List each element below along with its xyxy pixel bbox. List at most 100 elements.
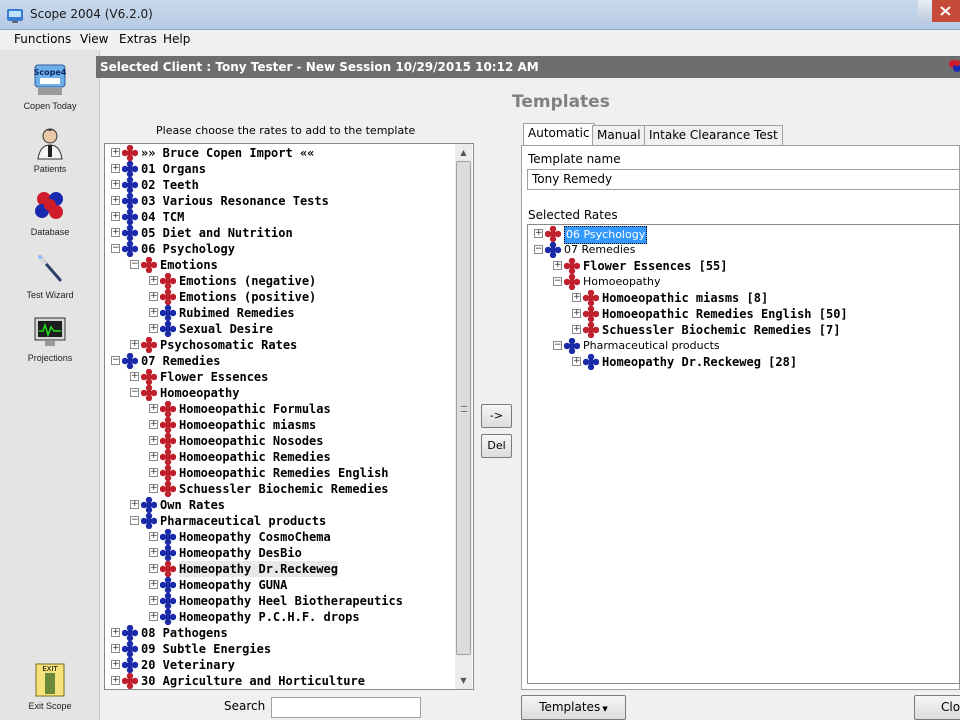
- tab-automatic[interactable]: Automatic: [523, 123, 595, 145]
- node-molecule-icon: [160, 289, 176, 305]
- tree-node-label: 07 Remedies: [564, 243, 636, 256]
- collapse-icon[interactable]: −: [553, 277, 562, 286]
- expand-icon[interactable]: +: [534, 229, 543, 238]
- add-rate-button[interactable]: ->: [481, 404, 512, 428]
- node-molecule-icon: [160, 401, 176, 417]
- expand-icon[interactable]: +: [149, 308, 158, 317]
- expand-icon[interactable]: +: [130, 372, 139, 381]
- tree-node-label: 30 Agriculture and Horticulture: [141, 674, 365, 688]
- tree-node-label: Homoeopathy: [583, 275, 661, 288]
- tree-node-label: Own Rates: [160, 498, 226, 512]
- node-molecule-icon: [160, 273, 176, 289]
- expand-icon[interactable]: +: [572, 293, 581, 302]
- expand-icon[interactable]: +: [149, 452, 158, 461]
- node-molecule-icon: [122, 177, 138, 193]
- node-molecule-icon: [583, 306, 599, 322]
- node-molecule-icon: [583, 354, 599, 370]
- close-button[interactable]: Clo: [914, 695, 960, 720]
- expand-icon[interactable]: +: [111, 676, 120, 685]
- collapse-icon[interactable]: −: [534, 245, 543, 254]
- collapse-icon[interactable]: −: [111, 244, 120, 253]
- expand-icon[interactable]: +: [149, 564, 158, 573]
- expand-icon[interactable]: +: [149, 420, 158, 429]
- tree-node-label: Flower Essences [55]: [583, 259, 728, 273]
- node-molecule-icon: [141, 337, 157, 353]
- menu-functions[interactable]: Functions: [14, 32, 71, 46]
- node-molecule-icon: [160, 449, 176, 465]
- expand-icon[interactable]: +: [149, 548, 158, 557]
- tree-node-label: 20 Veterinary: [141, 658, 235, 672]
- tree-node-label: Homeopathy CosmoChema: [179, 530, 331, 544]
- expand-icon[interactable]: +: [111, 628, 120, 637]
- expand-icon[interactable]: +: [149, 292, 158, 301]
- sidebar-item-patients[interactable]: Patients: [2, 125, 98, 174]
- expand-icon[interactable]: +: [149, 484, 158, 493]
- collapse-icon[interactable]: −: [130, 260, 139, 269]
- node-molecule-icon: [160, 481, 176, 497]
- menu-help[interactable]: Help: [163, 32, 190, 46]
- expand-icon[interactable]: +: [149, 532, 158, 541]
- collapse-icon[interactable]: −: [111, 356, 120, 365]
- expand-icon[interactable]: +: [572, 309, 581, 318]
- selected-rates-tree[interactable]: +06 Psychology −07 Remedies + Flower Essenc…: [527, 224, 960, 684]
- expand-icon[interactable]: +: [572, 325, 581, 334]
- expand-icon[interactable]: +: [130, 340, 139, 349]
- tab-intake-clearance-test[interactable]: Intake Clearance Test: [644, 125, 783, 145]
- node-molecule-icon: [160, 433, 176, 449]
- rates-tree-scrollbar[interactable]: ▲ ▼: [455, 144, 472, 689]
- scrollbar-thumb[interactable]: [456, 161, 471, 655]
- sidebar-item-projections[interactable]: Projections: [2, 314, 98, 363]
- expand-icon[interactable]: +: [111, 644, 120, 653]
- expand-icon[interactable]: +: [149, 436, 158, 445]
- search-input[interactable]: [271, 697, 421, 718]
- expand-icon[interactable]: +: [149, 276, 158, 285]
- wand-icon: [38, 255, 63, 282]
- sidebar-item-database[interactable]: Database: [2, 188, 98, 237]
- expand-icon[interactable]: +: [149, 580, 158, 589]
- expand-icon[interactable]: +: [111, 660, 120, 669]
- scroll-up-arrow-icon[interactable]: ▲: [455, 144, 472, 161]
- node-molecule-icon: [141, 385, 157, 401]
- template-name-field[interactable]: Tony Remedy: [527, 169, 960, 190]
- expand-icon[interactable]: +: [111, 180, 120, 189]
- expand-icon[interactable]: +: [111, 212, 120, 221]
- menu-view[interactable]: View: [80, 32, 108, 46]
- rates-tree[interactable]: + »» Bruce Copen Import «« +01 Organs +02 T…: [104, 143, 474, 690]
- tree-node-label: »» Bruce Copen Import ««: [141, 146, 315, 160]
- tree-node-label: Homoeopathic Formulas: [179, 402, 331, 416]
- expand-icon[interactable]: +: [111, 164, 120, 173]
- collapse-icon[interactable]: −: [553, 341, 562, 350]
- sidebar-item-test-wizard[interactable]: Test Wizard: [2, 251, 98, 300]
- expand-icon[interactable]: +: [149, 468, 158, 477]
- expand-icon[interactable]: +: [553, 261, 562, 270]
- window-restore-button[interactable]: [918, 0, 932, 22]
- node-molecule-icon: [545, 226, 561, 242]
- node-molecule-icon: [122, 673, 138, 689]
- monitor-icon: [34, 317, 66, 346]
- expand-icon[interactable]: +: [111, 196, 120, 205]
- menu-extras[interactable]: Extras: [119, 32, 157, 46]
- tree-node-label: 07 Remedies: [141, 354, 221, 368]
- exit-scope-button[interactable]: EXIT Exit Scope: [2, 662, 98, 711]
- expand-icon[interactable]: +: [149, 612, 158, 621]
- selected-client-bar: Selected Client : Tony Tester - New Sess…: [96, 56, 960, 78]
- dropdown-arrow-icon: ▼: [600, 705, 608, 713]
- expand-icon[interactable]: +: [149, 324, 158, 333]
- expand-icon[interactable]: +: [149, 596, 158, 605]
- collapse-icon[interactable]: −: [130, 516, 139, 525]
- templates-button[interactable]: Templates ▼: [521, 695, 626, 720]
- node-molecule-icon: [141, 369, 157, 385]
- expand-icon[interactable]: +: [149, 404, 158, 413]
- expand-icon[interactable]: +: [111, 228, 120, 237]
- window-close-button[interactable]: [918, 0, 960, 22]
- tree-node-label: Emotions (negative): [179, 274, 317, 288]
- tab-manual[interactable]: Manual: [592, 125, 646, 145]
- delete-rate-button[interactable]: Del: [481, 434, 512, 458]
- expand-icon[interactable]: +: [130, 500, 139, 509]
- collapse-icon[interactable]: −: [130, 388, 139, 397]
- expand-icon[interactable]: +: [572, 357, 581, 366]
- expand-icon[interactable]: +: [111, 148, 120, 157]
- scroll-down-arrow-icon[interactable]: ▼: [455, 672, 472, 689]
- sidebar-item-copen-today[interactable]: Scope4 Copen Today: [2, 62, 98, 111]
- tree-node-label: Flower Essences: [160, 370, 269, 384]
